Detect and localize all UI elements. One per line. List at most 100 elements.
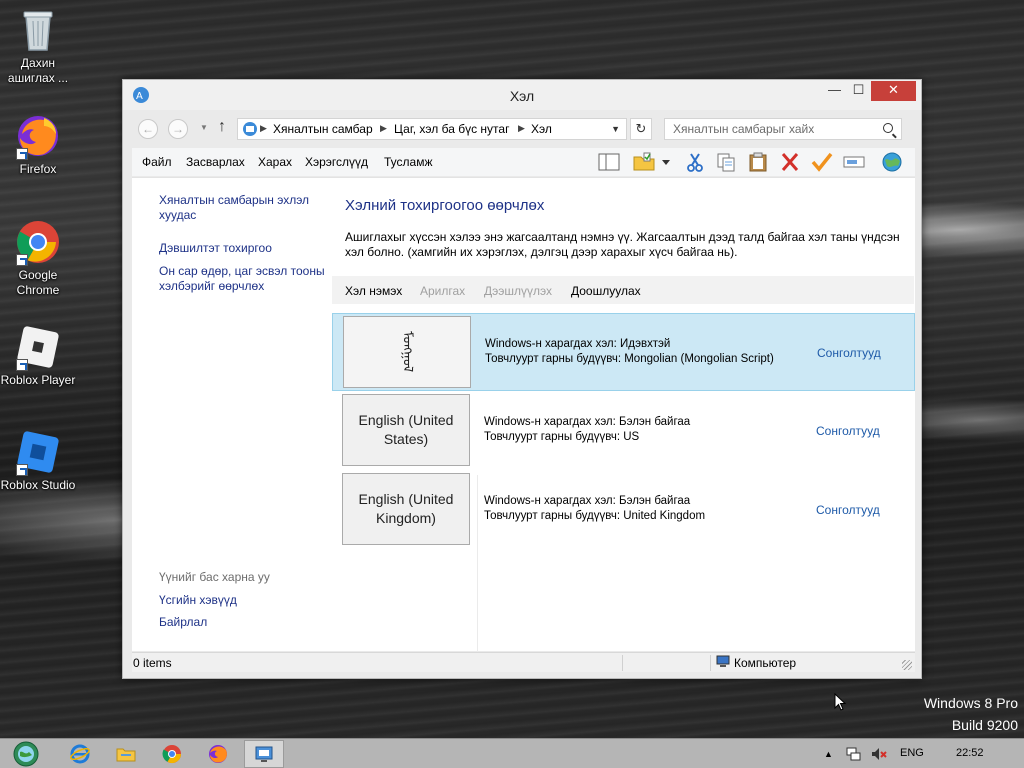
breadcrumb-clock-region[interactable]: Цаг, хэл ба бүс нутаг xyxy=(394,122,509,136)
windows-edition: Windows 8 Pro xyxy=(923,695,1018,711)
menu-edit[interactable]: Засварлах xyxy=(186,155,245,169)
breadcrumb-separator-icon: ▶ xyxy=(518,123,525,133)
language-tile-mongolian[interactable]: ᠮᠣᠩᠭᠣᠯ xyxy=(343,316,471,388)
resize-grip-icon[interactable] xyxy=(902,660,912,670)
paste-icon[interactable] xyxy=(746,151,770,173)
search-input[interactable] xyxy=(665,119,865,139)
language-window: A Хэл — ☐ ✕ ← → ▼ ↑ ▶ Хяналтын самбар ▶ … xyxy=(122,79,922,679)
taskbar-firefox[interactable] xyxy=(198,740,238,768)
language-options-link[interactable]: Сонголтууд xyxy=(816,503,880,517)
desktop-icon-label: Roblox Studio xyxy=(0,478,76,492)
menu-bar: Файл Засварлах Харах Хэрэгслүүд Тусламж xyxy=(132,148,915,176)
sidebar-control-panel-home-link[interactable]: Хяналтын самбарын эхлэл хуудас xyxy=(159,193,329,223)
language-tile-english-us[interactable]: English (United States) xyxy=(342,394,470,466)
sidebar-see-also-heading: Үүнийг бас харна уу xyxy=(159,570,270,584)
address-field[interactable]: ▶ Хяналтын самбар ▶ Цаг, хэл ба бүс нута… xyxy=(237,118,627,140)
taskbar-control-panel[interactable] xyxy=(244,740,284,768)
up-button[interactable]: ↑ xyxy=(218,118,226,136)
taskbar-file-explorer[interactable] xyxy=(106,740,146,768)
breadcrumb-language[interactable]: Хэл xyxy=(531,122,552,136)
firefox-icon xyxy=(209,745,227,763)
sidebar-advanced-settings-link[interactable]: Дэвшилтэт тохиргоо xyxy=(159,241,329,256)
language-options-link[interactable]: Сонголтууд xyxy=(816,424,880,438)
menu-help[interactable]: Тусламж xyxy=(384,155,432,169)
sidebar-date-format-link[interactable]: Он сар өдөр, цаг эсвэл тооны хэлбэрийг ө… xyxy=(159,264,329,294)
cut-icon[interactable] xyxy=(683,151,707,173)
recent-locations-dropdown[interactable]: ▼ xyxy=(200,123,208,132)
language-row-mongolian[interactable]: ᠮᠣᠩᠭᠣᠯ Windows-н харагдах хэл: Идэвхтэй … xyxy=(332,313,915,391)
move-up-button[interactable]: Дээшлүүлэх xyxy=(484,284,552,298)
search-icon[interactable] xyxy=(883,123,893,133)
refresh-button[interactable]: ↻ xyxy=(630,118,652,140)
forward-button[interactable]: → xyxy=(168,119,188,139)
start-button[interactable] xyxy=(4,740,48,768)
item-count: 0 items xyxy=(133,656,172,670)
title-bar[interactable]: A Хэл — ☐ ✕ xyxy=(123,80,921,110)
chrome-icon xyxy=(14,218,62,266)
search-box xyxy=(664,118,902,140)
menu-tools[interactable]: Хэрэгслүүд xyxy=(305,155,368,169)
page-title: Хэлний тохиргоогоо өөрчлөх xyxy=(345,197,545,214)
windows-build: Build 9200 xyxy=(951,717,1018,733)
sidebar-location-link[interactable]: Байрлал xyxy=(159,615,329,630)
apply-checkmark-icon[interactable] xyxy=(810,151,834,173)
language-options-link[interactable]: Сонголтууд xyxy=(817,346,881,360)
control-panel-icon xyxy=(255,746,273,762)
status-location: Компьютер xyxy=(734,656,797,670)
status-bar: 0 items Компьютер xyxy=(132,652,915,672)
status-divider xyxy=(710,655,711,671)
computer-icon xyxy=(716,655,730,672)
shortcut-arrow-icon xyxy=(16,359,28,371)
network-icon[interactable] xyxy=(845,745,863,766)
show-hidden-icons-button[interactable]: ▲ xyxy=(824,749,833,759)
back-button[interactable]: ← xyxy=(138,119,158,139)
maximize-button[interactable]: ☐ xyxy=(845,81,872,101)
remove-language-button[interactable]: Арилгах xyxy=(420,284,465,298)
rename-icon[interactable] xyxy=(842,151,866,173)
clock[interactable]: 22:52 xyxy=(956,747,984,759)
control-panel-icon xyxy=(242,121,258,137)
input-language-indicator[interactable]: ENG xyxy=(900,747,924,759)
minimize-button[interactable]: — xyxy=(821,81,848,101)
sidebar-fonts-link[interactable]: Үсгийн хэвүүд xyxy=(159,593,329,608)
display-language-status: Windows-н харагдах хэл: Бэлэн байгаа xyxy=(484,495,691,507)
language-row-english-uk[interactable]: English (United Kingdom) Windows-н хараг… xyxy=(332,471,915,549)
internet-globe-icon[interactable] xyxy=(880,151,904,173)
folder-options-dropdown-icon[interactable] xyxy=(660,151,672,173)
desktop-icon-recycle-bin[interactable]: Дахин ашиглах ... xyxy=(0,6,76,86)
taskbar-chrome[interactable] xyxy=(152,740,192,768)
volume-muted-icon[interactable] xyxy=(870,745,888,766)
menu-file[interactable]: Файл xyxy=(142,155,172,169)
folder-properties-icon[interactable] xyxy=(632,151,656,173)
breadcrumb-control-panel[interactable]: Хяналтын самбар xyxy=(273,122,373,136)
close-button[interactable]: ✕ xyxy=(871,81,916,101)
status-divider xyxy=(622,655,623,671)
desktop-icon-roblox-player[interactable]: Roblox Player xyxy=(0,323,76,388)
desktop-icon-label: Firefox xyxy=(19,162,57,176)
language-tile-english-uk[interactable]: English (United Kingdom) xyxy=(342,473,470,545)
layout-icon[interactable] xyxy=(597,151,621,173)
delete-icon[interactable] xyxy=(778,151,802,173)
content-area: Хяналтын самбарын эхлэл хуудас Дэвшилтэт… xyxy=(132,177,915,652)
firefox-icon xyxy=(14,112,62,160)
address-bar: ← → ▼ ↑ ▶ Хяналтын самбар ▶ Цаг, хэл ба … xyxy=(132,117,915,141)
move-down-button[interactable]: Доошлуулах xyxy=(571,284,641,298)
add-language-button[interactable]: Хэл нэмэх xyxy=(345,284,402,298)
taskbar-internet-explorer[interactable] xyxy=(60,740,100,768)
desktop-icon-roblox-studio[interactable]: Roblox Studio xyxy=(0,428,76,493)
keyboard-layout-info: Товчлуурт гарны будүүвч: United Kingdom xyxy=(484,510,706,522)
menu-view[interactable]: Харах xyxy=(258,155,292,169)
start-orb-icon xyxy=(13,741,39,767)
mouse-cursor-icon xyxy=(834,692,847,711)
roblox-player-icon xyxy=(14,323,62,371)
desktop-icon-firefox[interactable]: Firefox xyxy=(0,112,76,177)
shortcut-arrow-icon xyxy=(16,254,28,266)
language-row-english-us[interactable]: English (United States) Windows-н харагд… xyxy=(332,392,915,470)
window-title: Хэл xyxy=(509,88,535,104)
desktop-icon-label: Roblox Player xyxy=(0,373,76,387)
breadcrumb-separator-icon: ▶ xyxy=(380,123,387,133)
copy-icon[interactable] xyxy=(714,151,738,173)
taskbar: ▲ ENG 22:52 xyxy=(0,738,1024,768)
address-dropdown-icon[interactable]: ▼ xyxy=(611,124,620,134)
desktop-icon-chrome[interactable]: Google Chrome xyxy=(0,218,76,298)
